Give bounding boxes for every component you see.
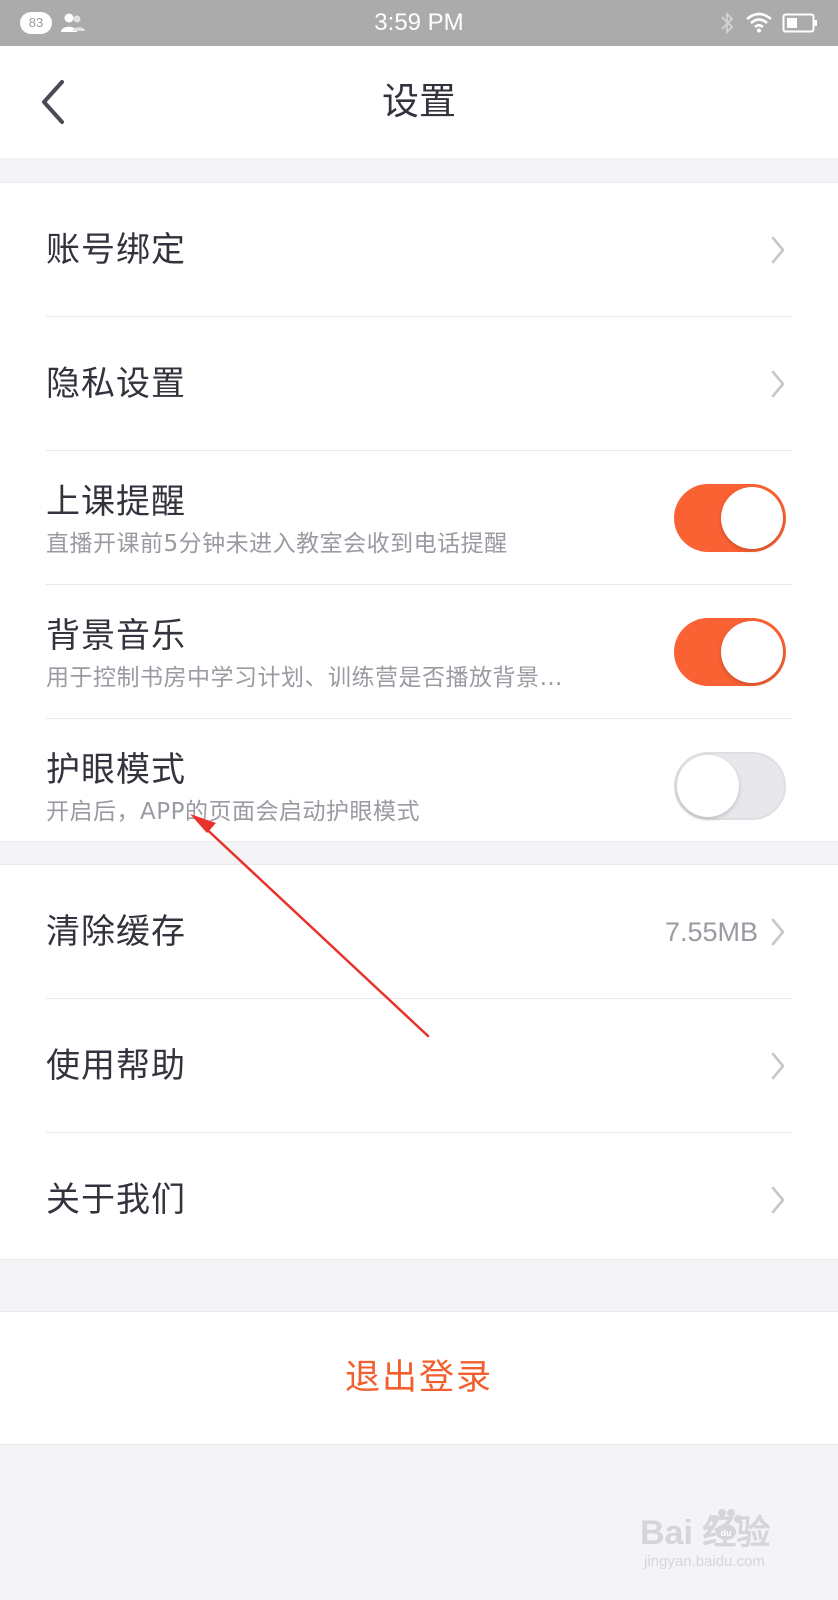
watermark: Bai 经验 du jingyan.baidu.com <box>640 1505 820 1585</box>
class-reminder-row: 上课提醒 直播开课前5分钟未进入教室会收到电话提醒 <box>0 451 838 585</box>
help-row[interactable]: 使用帮助 <box>0 999 838 1133</box>
clear-cache-row[interactable]: 清除缓存 7.55MB <box>0 865 838 999</box>
eye-care-mode-label: 护眼模式 <box>46 750 186 790</box>
clear-cache-label: 清除缓存 <box>46 912 186 952</box>
about-us-label: 关于我们 <box>46 1180 186 1220</box>
watermark-url: jingyan.baidu.com <box>644 1553 765 1570</box>
battery-icon <box>782 13 817 33</box>
class-reminder-toggle[interactable] <box>674 484 786 552</box>
settings-group-general: 清除缓存 7.55MB 使用帮助 关于我们 <box>0 864 838 1260</box>
background-music-description: 用于控制书房中学习计划、训练营是否播放背景… <box>46 665 563 691</box>
svg-text:du: du <box>721 1528 732 1538</box>
class-reminder-description: 直播开课前5分钟未进入教室会收到电话提醒 <box>46 531 508 557</box>
chevron-right-icon <box>771 236 785 264</box>
toggle-knob <box>721 621 783 683</box>
account-binding-label: 账号绑定 <box>46 230 186 270</box>
status-bar: 83 3:59 PM <box>0 0 838 46</box>
navigation-header: 设置 <box>0 46 838 158</box>
toggle-knob <box>721 487 783 549</box>
status-time: 3:59 PM <box>374 9 464 36</box>
chevron-right-icon <box>771 918 785 946</box>
background-music-row: 背景音乐 用于控制书房中学习计划、训练营是否播放背景… <box>0 585 838 719</box>
eye-care-mode-description: 开启后，APP的页面会启动护眼模式 <box>46 799 420 825</box>
privacy-settings-label: 隐私设置 <box>46 364 186 404</box>
toggle-knob <box>677 755 739 817</box>
settings-group-account: 账号绑定 隐私设置 上课提醒 直播开课前5分钟未进入教室会收到电话提醒 背景音乐… <box>0 182 838 842</box>
bluetooth-icon <box>721 11 734 35</box>
chevron-right-icon <box>771 1052 785 1080</box>
background-music-label: 背景音乐 <box>46 616 186 656</box>
privacy-settings-row[interactable]: 隐私设置 <box>0 317 838 451</box>
cache-size-value: 7.55MB <box>664 917 758 947</box>
eye-care-mode-row: 护眼模式 开启后，APP的页面会启动护眼模式 <box>0 719 838 853</box>
eye-care-mode-toggle[interactable] <box>674 752 786 820</box>
logout-button[interactable]: 退出登录 <box>0 1311 838 1445</box>
class-reminder-label: 上课提醒 <box>46 482 186 522</box>
background-music-toggle[interactable] <box>674 618 786 686</box>
about-us-row[interactable]: 关于我们 <box>0 1133 838 1267</box>
page-title: 设置 <box>382 80 456 123</box>
account-binding-row[interactable]: 账号绑定 <box>0 183 838 317</box>
chevron-right-icon <box>771 1186 785 1214</box>
wifi-icon <box>746 12 772 33</box>
paw-icon: du <box>711 1509 742 1540</box>
help-label: 使用帮助 <box>46 1046 186 1086</box>
chevron-right-icon <box>771 370 785 398</box>
